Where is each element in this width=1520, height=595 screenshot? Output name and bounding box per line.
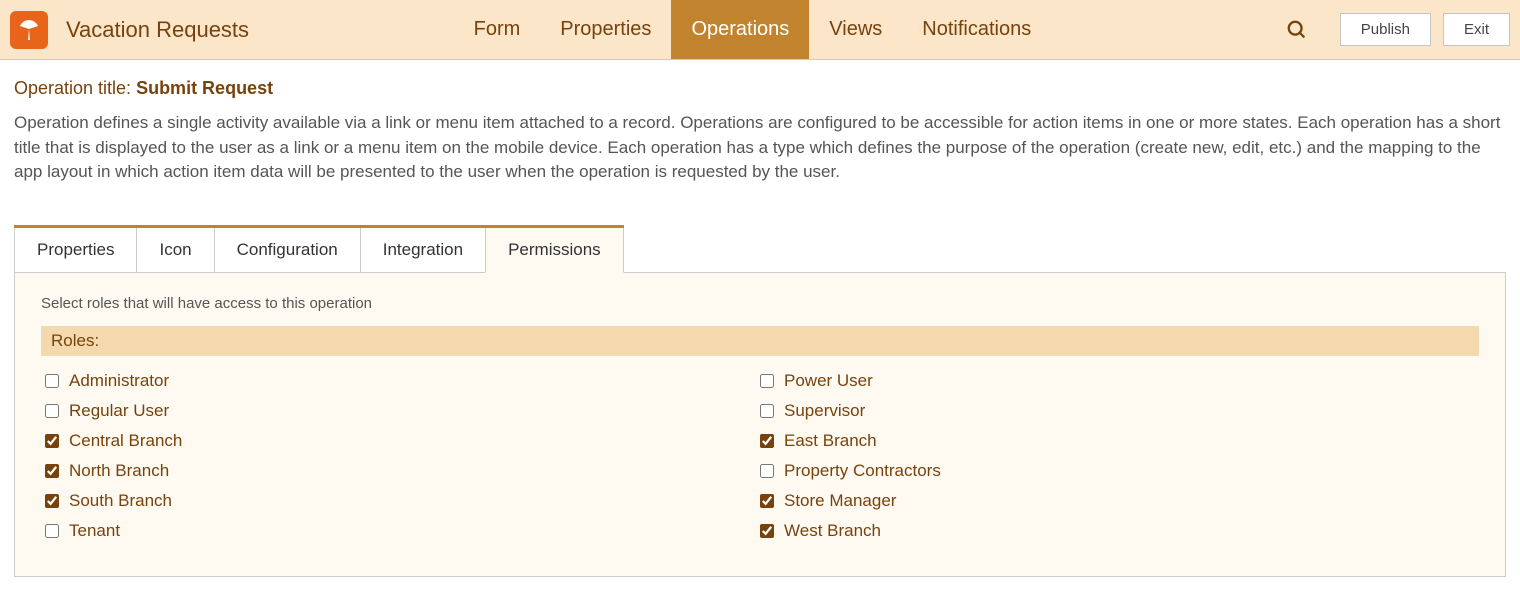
role-item: North Branch — [45, 456, 760, 486]
subtab-integration[interactable]: Integration — [360, 228, 486, 273]
role-label[interactable]: Property Contractors — [784, 461, 941, 481]
role-item: Property Contractors — [760, 456, 1475, 486]
nav-tab-notifications[interactable]: Notifications — [902, 0, 1051, 59]
role-checkbox[interactable] — [45, 464, 59, 478]
operation-description: Operation defines a single activity avai… — [14, 111, 1506, 185]
role-item: Central Branch — [45, 426, 760, 456]
subtab-permissions[interactable]: Permissions — [485, 228, 624, 273]
topbar-actions: Publish Exit — [1286, 13, 1510, 46]
role-item: Supervisor — [760, 396, 1475, 426]
app-icon — [10, 11, 48, 49]
role-label[interactable]: North Branch — [69, 461, 169, 481]
permissions-panel: Select roles that will have access to th… — [14, 272, 1506, 577]
role-item: West Branch — [760, 516, 1475, 546]
sub-tabs: PropertiesIconConfigurationIntegrationPe… — [14, 228, 624, 273]
nav-tab-form[interactable]: Form — [454, 0, 541, 59]
role-checkbox[interactable] — [45, 434, 59, 448]
content-area: Operation title: Submit Request Operatio… — [0, 60, 1520, 577]
publish-button[interactable]: Publish — [1340, 13, 1431, 46]
roles-column-left: Administrator Regular User Central Branch N… — [45, 366, 760, 546]
role-checkbox[interactable] — [45, 374, 59, 388]
operation-title-prefix: Operation title: — [14, 78, 136, 98]
role-label[interactable]: Tenant — [69, 521, 120, 541]
role-label[interactable]: West Branch — [784, 521, 881, 541]
nav-tab-operations[interactable]: Operations — [671, 0, 809, 59]
role-checkbox[interactable] — [45, 524, 59, 538]
role-label[interactable]: South Branch — [69, 491, 172, 511]
role-checkbox[interactable] — [760, 464, 774, 478]
main-nav-tabs: FormPropertiesOperationsViewsNotificatio… — [454, 0, 1052, 59]
roles-column-right: Power User Supervisor East Branch Property … — [760, 366, 1475, 546]
role-item: South Branch — [45, 486, 760, 516]
search-icon[interactable] — [1286, 19, 1308, 41]
top-bar: Vacation Requests FormPropertiesOperatio… — [0, 0, 1520, 60]
subtab-configuration[interactable]: Configuration — [214, 228, 361, 273]
role-checkbox[interactable] — [760, 374, 774, 388]
role-label[interactable]: Supervisor — [784, 401, 865, 421]
role-item: Administrator — [45, 366, 760, 396]
app-title: Vacation Requests — [66, 17, 249, 43]
role-checkbox[interactable] — [760, 434, 774, 448]
operation-title-value: Submit Request — [136, 78, 273, 98]
operation-title-line: Operation title: Submit Request — [14, 78, 1506, 99]
role-label[interactable]: Administrator — [69, 371, 169, 391]
role-item: Regular User — [45, 396, 760, 426]
role-label[interactable]: Regular User — [69, 401, 169, 421]
role-label[interactable]: Central Branch — [69, 431, 182, 451]
role-checkbox[interactable] — [760, 494, 774, 508]
role-item: Power User — [760, 366, 1475, 396]
role-checkbox[interactable] — [45, 494, 59, 508]
role-item: East Branch — [760, 426, 1475, 456]
nav-tab-views[interactable]: Views — [809, 0, 902, 59]
role-label[interactable]: Store Manager — [784, 491, 896, 511]
roles-grid: Administrator Regular User Central Branch N… — [41, 366, 1479, 546]
role-item: Tenant — [45, 516, 760, 546]
role-checkbox[interactable] — [45, 404, 59, 418]
roles-header: Roles: — [41, 326, 1479, 356]
role-item: Store Manager — [760, 486, 1475, 516]
role-checkbox[interactable] — [760, 404, 774, 418]
subtab-properties[interactable]: Properties — [14, 228, 137, 273]
permissions-instruction: Select roles that will have access to th… — [41, 295, 1479, 312]
exit-button[interactable]: Exit — [1443, 13, 1510, 46]
sub-tabs-wrap: PropertiesIconConfigurationIntegrationPe… — [14, 225, 624, 273]
subtab-icon[interactable]: Icon — [136, 228, 214, 273]
nav-tab-properties[interactable]: Properties — [540, 0, 671, 59]
role-label[interactable]: Power User — [784, 371, 873, 391]
role-label[interactable]: East Branch — [784, 431, 877, 451]
role-checkbox[interactable] — [760, 524, 774, 538]
